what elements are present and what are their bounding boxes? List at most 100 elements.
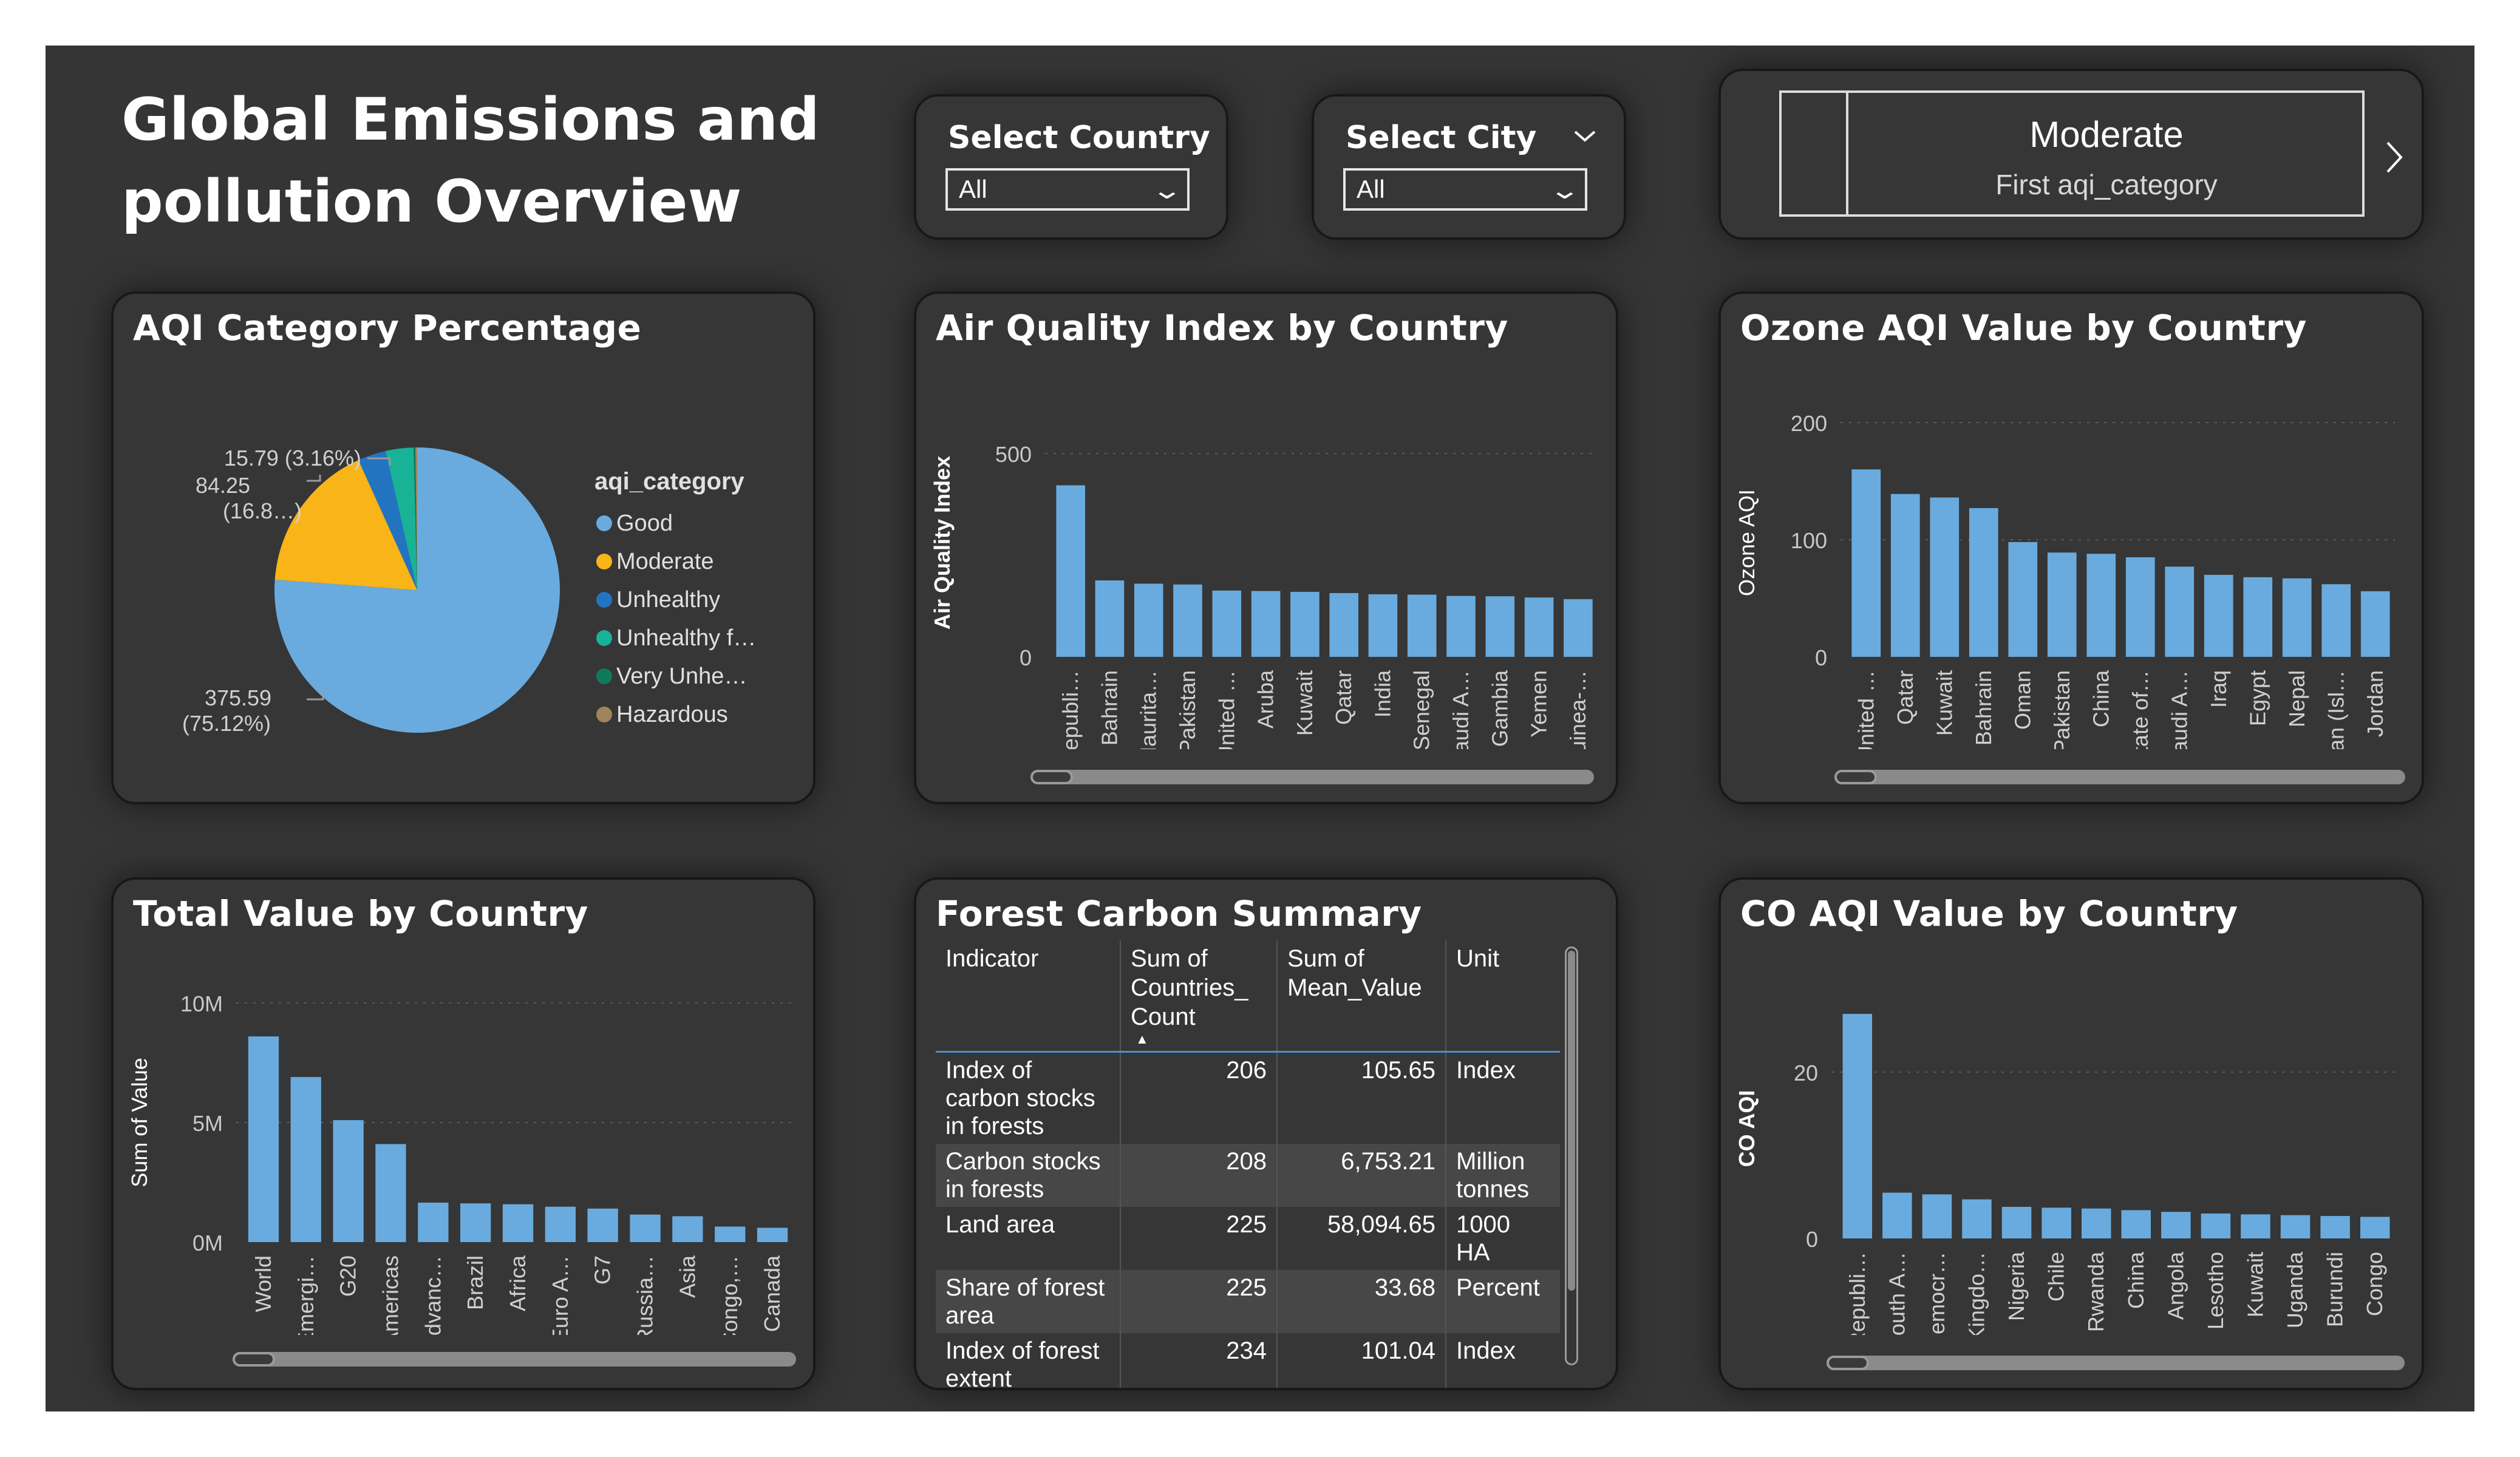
bar[interactable] bbox=[290, 1077, 321, 1242]
cell-mean-value: 6,753.21 bbox=[1277, 1144, 1446, 1207]
bar[interactable] bbox=[333, 1120, 364, 1242]
y-tick-label: 100 bbox=[1791, 528, 1827, 553]
bar[interactable] bbox=[2320, 1216, 2350, 1238]
header-unit[interactable]: Unit bbox=[1446, 940, 1560, 1052]
bar[interactable] bbox=[1134, 583, 1163, 657]
legend-marker[interactable] bbox=[596, 554, 612, 569]
air-quality-scroll-thumb[interactable] bbox=[1030, 770, 1073, 784]
bar[interactable] bbox=[2008, 542, 2038, 657]
legend-marker[interactable] bbox=[596, 668, 612, 684]
bar[interactable] bbox=[1882, 1192, 1912, 1238]
cell-unit: Index bbox=[1456, 1057, 1516, 1084]
bar[interactable] bbox=[1407, 594, 1437, 657]
legend-marker[interactable] bbox=[596, 592, 612, 608]
table-scroll-thumb[interactable] bbox=[1568, 951, 1575, 1291]
cell-mean-value: 58,094.65 bbox=[1277, 1207, 1446, 1270]
country-dropdown[interactable]: All ⌄ bbox=[945, 168, 1190, 211]
bar[interactable] bbox=[2204, 574, 2233, 657]
air-quality-index-card: Air Quality Index by Country 0 500 Republi… bbox=[914, 291, 1618, 804]
bar[interactable] bbox=[1251, 591, 1281, 657]
x-tick-label: Republi… bbox=[1058, 670, 1083, 749]
legend-item[interactable]: Moderate bbox=[616, 549, 714, 574]
bar[interactable] bbox=[2161, 1212, 2191, 1238]
legend-marker[interactable] bbox=[596, 630, 612, 646]
bar[interactable] bbox=[1564, 599, 1593, 657]
bar[interactable] bbox=[418, 1203, 449, 1242]
bar[interactable] bbox=[375, 1144, 406, 1243]
bar[interactable] bbox=[2360, 1217, 2390, 1238]
y-tick-label: 20 bbox=[1794, 1061, 1818, 1085]
legend-item[interactable]: Very Unhe… bbox=[616, 664, 747, 689]
chevron-right-icon[interactable] bbox=[2383, 139, 2407, 175]
x-tick-label: Republi… bbox=[1845, 1252, 1870, 1335]
bar[interactable] bbox=[1842, 1014, 1873, 1238]
collapse-chevron-icon[interactable] bbox=[1573, 127, 1597, 145]
bar[interactable] bbox=[1095, 580, 1125, 657]
ozone-scroll-thumb[interactable] bbox=[1834, 770, 1877, 784]
table-vertical-scrollbar[interactable] bbox=[1565, 946, 1578, 1365]
bar[interactable] bbox=[2001, 1206, 2032, 1238]
ozone-scrollbar[interactable] bbox=[1834, 770, 2405, 784]
bar[interactable] bbox=[587, 1208, 618, 1242]
bar[interactable] bbox=[2086, 554, 2116, 657]
bar[interactable] bbox=[2360, 591, 2390, 657]
bar[interactable] bbox=[1173, 584, 1202, 657]
bar[interactable] bbox=[2125, 557, 2155, 657]
bar[interactable] bbox=[2241, 1214, 2270, 1238]
x-tick-label: Nigeria bbox=[2004, 1251, 2029, 1321]
forest-carbon-title: Forest Carbon Summary bbox=[936, 893, 1422, 934]
air-quality-scrollbar[interactable] bbox=[1030, 770, 1594, 784]
bar[interactable] bbox=[715, 1226, 746, 1242]
bar[interactable] bbox=[1930, 497, 1960, 657]
total-value-scrollbar[interactable] bbox=[233, 1352, 796, 1367]
legend-item[interactable]: Good bbox=[616, 511, 673, 536]
bar[interactable] bbox=[2282, 578, 2312, 657]
bar[interactable] bbox=[1212, 590, 1242, 657]
bar[interactable] bbox=[1922, 1194, 1952, 1238]
bar[interactable] bbox=[2321, 584, 2351, 657]
legend-item[interactable]: Hazardous bbox=[616, 702, 728, 727]
header-mean-value[interactable]: Sum of Mean_Value bbox=[1277, 940, 1446, 1052]
co-aqi-scrollbar[interactable] bbox=[1827, 1356, 2405, 1370]
legend-marker[interactable] bbox=[596, 515, 612, 531]
co-aqi-scroll-thumb[interactable] bbox=[1827, 1356, 1869, 1370]
bar[interactable] bbox=[1056, 485, 1085, 657]
legend-marker[interactable] bbox=[596, 707, 612, 722]
bar[interactable] bbox=[2082, 1208, 2111, 1238]
bar[interactable] bbox=[1524, 597, 1554, 657]
bar[interactable] bbox=[1329, 593, 1358, 657]
x-tick-label: Uganda bbox=[2283, 1251, 2307, 1328]
bar[interactable] bbox=[2042, 1207, 2071, 1238]
bar[interactable] bbox=[2165, 566, 2195, 657]
total-value-scroll-thumb[interactable] bbox=[233, 1352, 275, 1367]
bar[interactable] bbox=[2201, 1213, 2231, 1238]
bar[interactable] bbox=[2280, 1215, 2311, 1238]
city-dropdown[interactable]: All ⌄ bbox=[1343, 168, 1587, 211]
x-tick-label: Africa bbox=[505, 1255, 530, 1311]
bar[interactable] bbox=[757, 1228, 788, 1242]
bar[interactable] bbox=[1485, 596, 1515, 657]
bar[interactable] bbox=[248, 1036, 279, 1242]
bar[interactable] bbox=[1969, 508, 1998, 657]
bar[interactable] bbox=[672, 1216, 703, 1242]
header-indicator[interactable]: Indicator bbox=[936, 940, 1121, 1052]
bar[interactable] bbox=[2121, 1210, 2151, 1238]
bar[interactable] bbox=[1890, 494, 1920, 657]
legend-item[interactable]: Unhealthy f… bbox=[616, 625, 756, 651]
bar[interactable] bbox=[1290, 591, 1320, 657]
x-tick-label: Asia bbox=[675, 1255, 700, 1298]
bar[interactable] bbox=[2047, 552, 2077, 657]
bar[interactable] bbox=[1962, 1199, 1992, 1238]
bar[interactable] bbox=[1851, 469, 1881, 657]
x-tick-label: Egypt bbox=[2245, 670, 2270, 726]
bar[interactable] bbox=[545, 1206, 576, 1242]
y-tick-label: 0 bbox=[1020, 645, 1032, 670]
bar[interactable] bbox=[1446, 596, 1476, 657]
bar[interactable] bbox=[1368, 594, 1398, 657]
bar[interactable] bbox=[630, 1214, 661, 1242]
header-countries-count[interactable]: Sum of Countries_ Count ▲ bbox=[1120, 940, 1278, 1052]
bar[interactable] bbox=[460, 1203, 491, 1242]
legend-item[interactable]: Unhealthy bbox=[616, 587, 720, 613]
bar[interactable] bbox=[502, 1204, 534, 1242]
bar[interactable] bbox=[2243, 577, 2273, 657]
